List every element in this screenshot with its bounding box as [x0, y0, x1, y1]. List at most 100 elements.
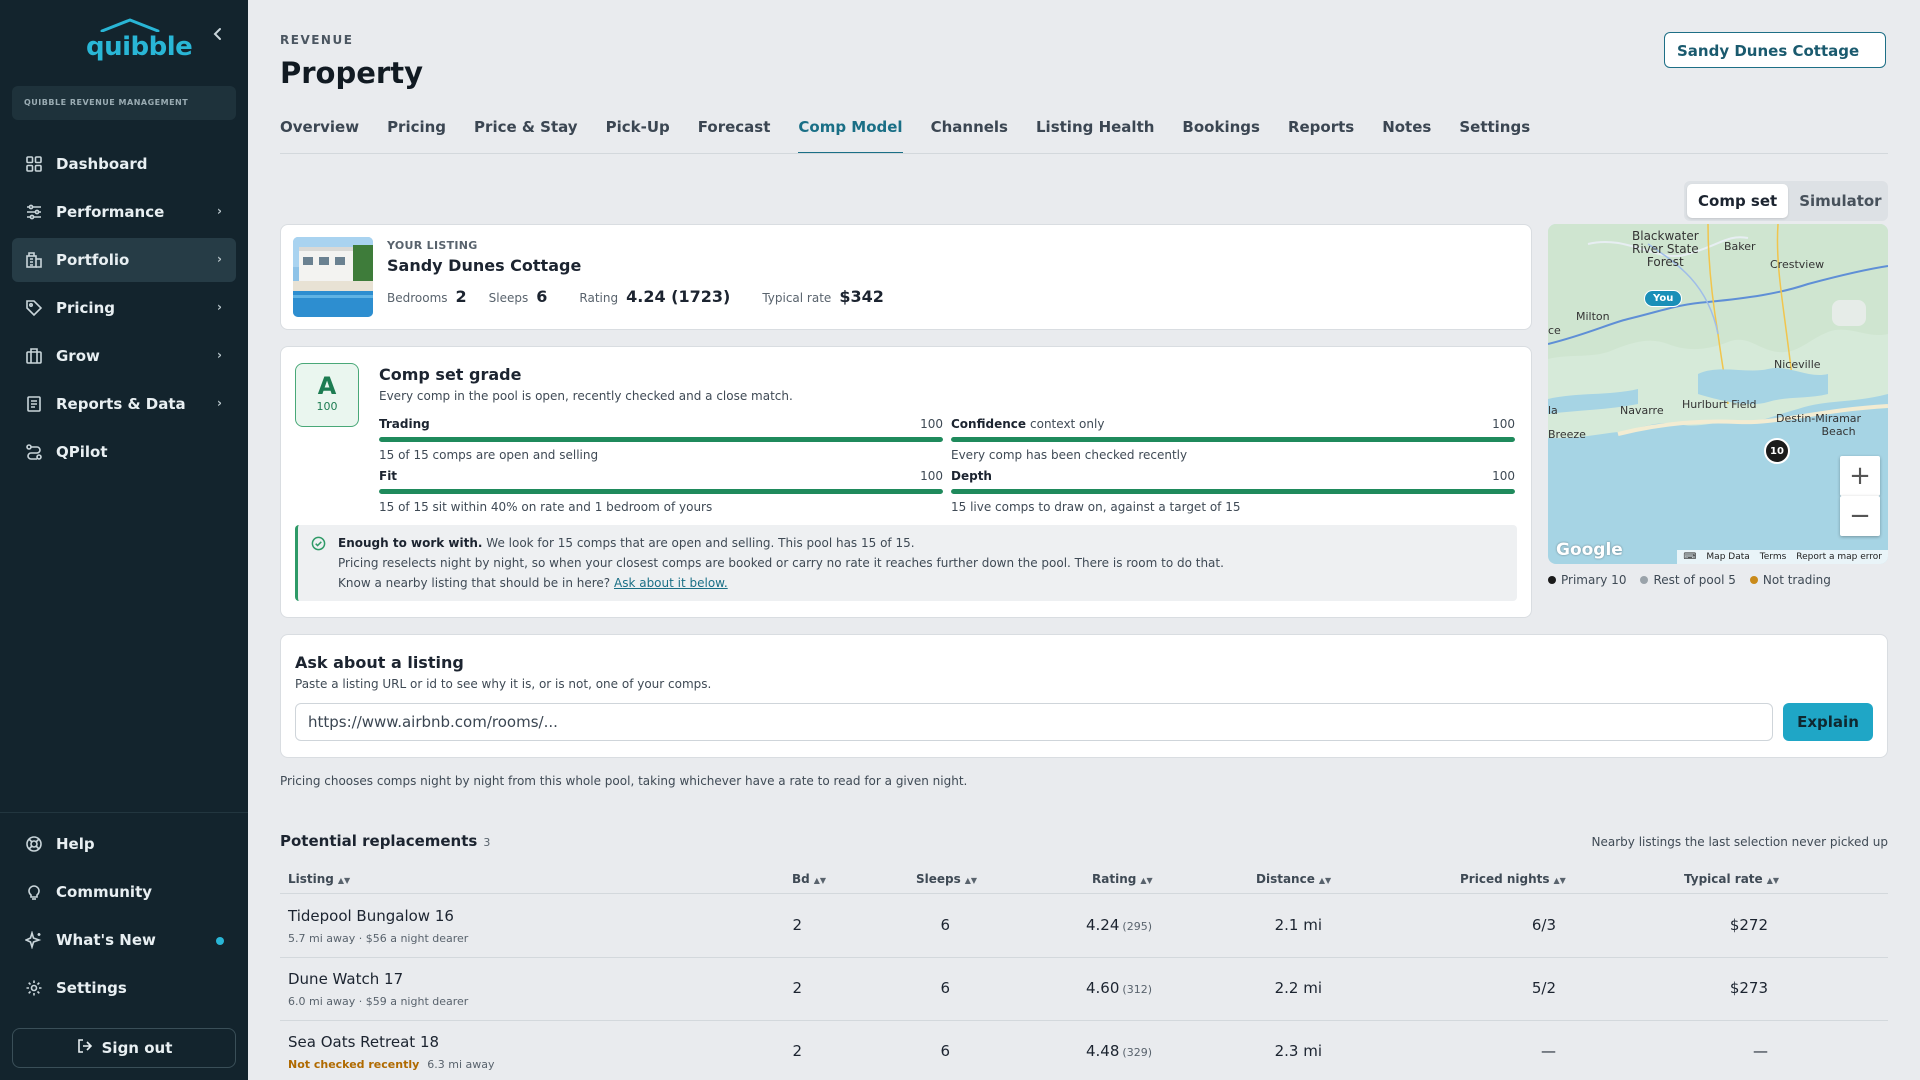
column-header-typical-rate[interactable]: Typical rate ▲▼	[1684, 872, 1779, 886]
note-line-1: We look for 15 comps that are open and s…	[486, 536, 915, 550]
metric-score: 100	[1492, 417, 1515, 431]
column-header-distance[interactable]: Distance ▲▼	[1256, 872, 1331, 886]
ask-about-link[interactable]: Ask about it below.	[614, 576, 728, 590]
tab-notes[interactable]: Notes	[1382, 116, 1431, 154]
legend-dot	[1749, 576, 1758, 584]
sidebar-divider	[0, 812, 248, 813]
grade-title: Comp set grade	[379, 365, 522, 384]
bedrooms-value: 2	[455, 287, 467, 306]
sidebar-item-label: Settings	[56, 979, 127, 997]
map-cluster-marker[interactable]: 10	[1764, 438, 1790, 464]
sidebar-item-settings[interactable]: Settings	[12, 966, 236, 1010]
simulator-toggle[interactable]: Simulator	[1788, 184, 1892, 218]
row-listing-sub: 6.0 mi away · $59 a night dearer	[288, 995, 469, 1008]
tab-channels[interactable]: Channels	[931, 116, 1008, 154]
row-listing-name[interactable]: Sea Oats Retreat 18	[288, 1033, 439, 1051]
tab-pricing[interactable]: Pricing	[387, 116, 446, 154]
listing-thumbnail	[293, 237, 373, 317]
tab-bookings[interactable]: Bookings	[1182, 116, 1260, 154]
tab-listing-health[interactable]: Listing Health	[1036, 116, 1154, 154]
metric-bar-fill	[951, 437, 1515, 442]
row-typical-rate: —	[1753, 1042, 1768, 1060]
google-logo: Google	[1556, 540, 1623, 560]
map-attribution: ⌨ Map Data Terms Report a map error	[1677, 550, 1888, 564]
table-row[interactable]: Tidepool Bungalow 16 5.7 mi away · $56 a…	[280, 895, 1888, 958]
explain-button[interactable]: Explain	[1783, 703, 1873, 741]
view-toggle: Comp set Simulator	[1684, 181, 1888, 221]
sidebar-item-portfolio[interactable]: Portfolio ›	[12, 238, 236, 282]
chevron-right-icon: ›	[217, 204, 222, 218]
table-row[interactable]: Sea Oats Retreat 18 Not checked recently…	[280, 1021, 1888, 1080]
column-header-sleeps[interactable]: Sleeps ▲▼	[916, 872, 977, 886]
listing-url-input[interactable]	[295, 703, 1773, 741]
tab-settings[interactable]: Settings	[1459, 116, 1530, 154]
sidebar-item-label: Grow	[56, 347, 100, 365]
bedrooms-label: Bedrooms	[387, 291, 448, 305]
sidebar-item-qpilot[interactable]: QPilot	[12, 430, 236, 474]
metric-depth: Depth 100 15 live comps to draw on, again…	[951, 469, 1515, 514]
gear-icon	[24, 978, 44, 998]
column-header-listing[interactable]: Listing ▲▼	[288, 872, 350, 886]
metric-name: Trading	[379, 417, 430, 431]
sidebar-item-dashboard[interactable]: Dashboard	[12, 142, 236, 186]
pool-note: Pricing chooses comps night by night fro…	[280, 774, 968, 788]
comp-map[interactable]: Blackwater River State Forest Baker Crestv…	[1548, 224, 1888, 564]
metric-bar-fill	[379, 437, 943, 442]
sidebar-item-label: Help	[56, 835, 95, 853]
metric-score: 100	[920, 417, 943, 431]
sidebar-item-help[interactable]: Help	[12, 822, 236, 866]
row-bd: 2	[792, 1042, 802, 1060]
tab-comp-model[interactable]: Comp Model	[798, 116, 903, 154]
row-listing-name[interactable]: Dune Watch 17	[288, 970, 403, 988]
map-data-link[interactable]: Map Data	[1706, 552, 1749, 562]
tab-overview[interactable]: Overview	[280, 116, 359, 154]
grade-note: Enough to work with. We look for 15 comp…	[295, 525, 1517, 601]
zoom-in-button[interactable]: +	[1840, 456, 1880, 496]
table-row[interactable]: Dune Watch 17 6.0 mi away · $59 a night …	[280, 958, 1888, 1021]
tag-icon	[24, 298, 44, 318]
tab-forecast[interactable]: Forecast	[698, 116, 771, 154]
sign-out-label: Sign out	[101, 1039, 173, 1057]
sidebar-item-reports-data[interactable]: Reports & Data ›	[12, 382, 236, 426]
sidebar-item-whats-new[interactable]: What's New	[12, 918, 236, 962]
column-header-rating[interactable]: Rating ▲▼	[1092, 872, 1153, 886]
comp-set-toggle[interactable]: Comp set	[1687, 184, 1789, 218]
tab-pick-up[interactable]: Pick-Up	[606, 116, 670, 154]
map-label-milton: Milton	[1576, 310, 1610, 323]
column-header-bd[interactable]: Bd ▲▼	[792, 872, 826, 886]
report-map-error-link[interactable]: Report a map error	[1796, 552, 1882, 562]
row-listing-name[interactable]: Tidepool Bungalow 16	[288, 907, 454, 925]
you-map-pin[interactable]: You	[1644, 290, 1683, 307]
sidebar-item-community[interactable]: Community	[12, 870, 236, 914]
sidebar-item-pricing[interactable]: Pricing ›	[12, 286, 236, 330]
row-typical-rate: $273	[1729, 979, 1768, 997]
briefcase-icon	[24, 346, 44, 366]
sidebar-item-grow[interactable]: Grow ›	[12, 334, 236, 378]
legend-dot	[1548, 576, 1556, 584]
sliders-icon	[24, 202, 44, 222]
quibble-logo[interactable]: quibble	[86, 18, 193, 62]
typical-rate-label: Typical rate	[762, 291, 832, 305]
sign-out-button[interactable]: Sign out	[12, 1028, 236, 1068]
column-header-priced-nights[interactable]: Priced nights ▲▼	[1460, 872, 1566, 886]
tab-price-stay[interactable]: Price & Stay	[474, 116, 578, 154]
map-label-ce: ce	[1548, 324, 1561, 337]
lightbulb-icon	[24, 882, 44, 902]
org-switcher[interactable]: QUIBBLE REVENUE MANAGEMENT	[12, 86, 236, 120]
sidebar-item-label: Community	[56, 883, 153, 901]
logo-wordmark: quibble	[86, 32, 193, 62]
property-selector[interactable]: Sandy Dunes Cottage	[1664, 32, 1886, 68]
collapse-sidebar-button[interactable]	[206, 24, 230, 48]
keyboard-icon[interactable]: ⌨	[1683, 552, 1696, 562]
your-listing-label: YOUR LISTING	[387, 239, 478, 252]
report-icon	[24, 394, 44, 414]
row-rating: 4.48 (329)	[1086, 1042, 1152, 1060]
tab-reports[interactable]: Reports	[1288, 116, 1354, 154]
zoom-out-button[interactable]: −	[1840, 496, 1880, 536]
check-circle-icon	[311, 536, 326, 557]
building-icon	[24, 250, 44, 270]
replacements-note: Nearby listings the last selection never…	[1591, 835, 1888, 849]
terms-link[interactable]: Terms	[1760, 552, 1787, 562]
not-checked-badge: Not checked recently	[288, 1058, 420, 1071]
sidebar-item-performance[interactable]: Performance ›	[12, 190, 236, 234]
